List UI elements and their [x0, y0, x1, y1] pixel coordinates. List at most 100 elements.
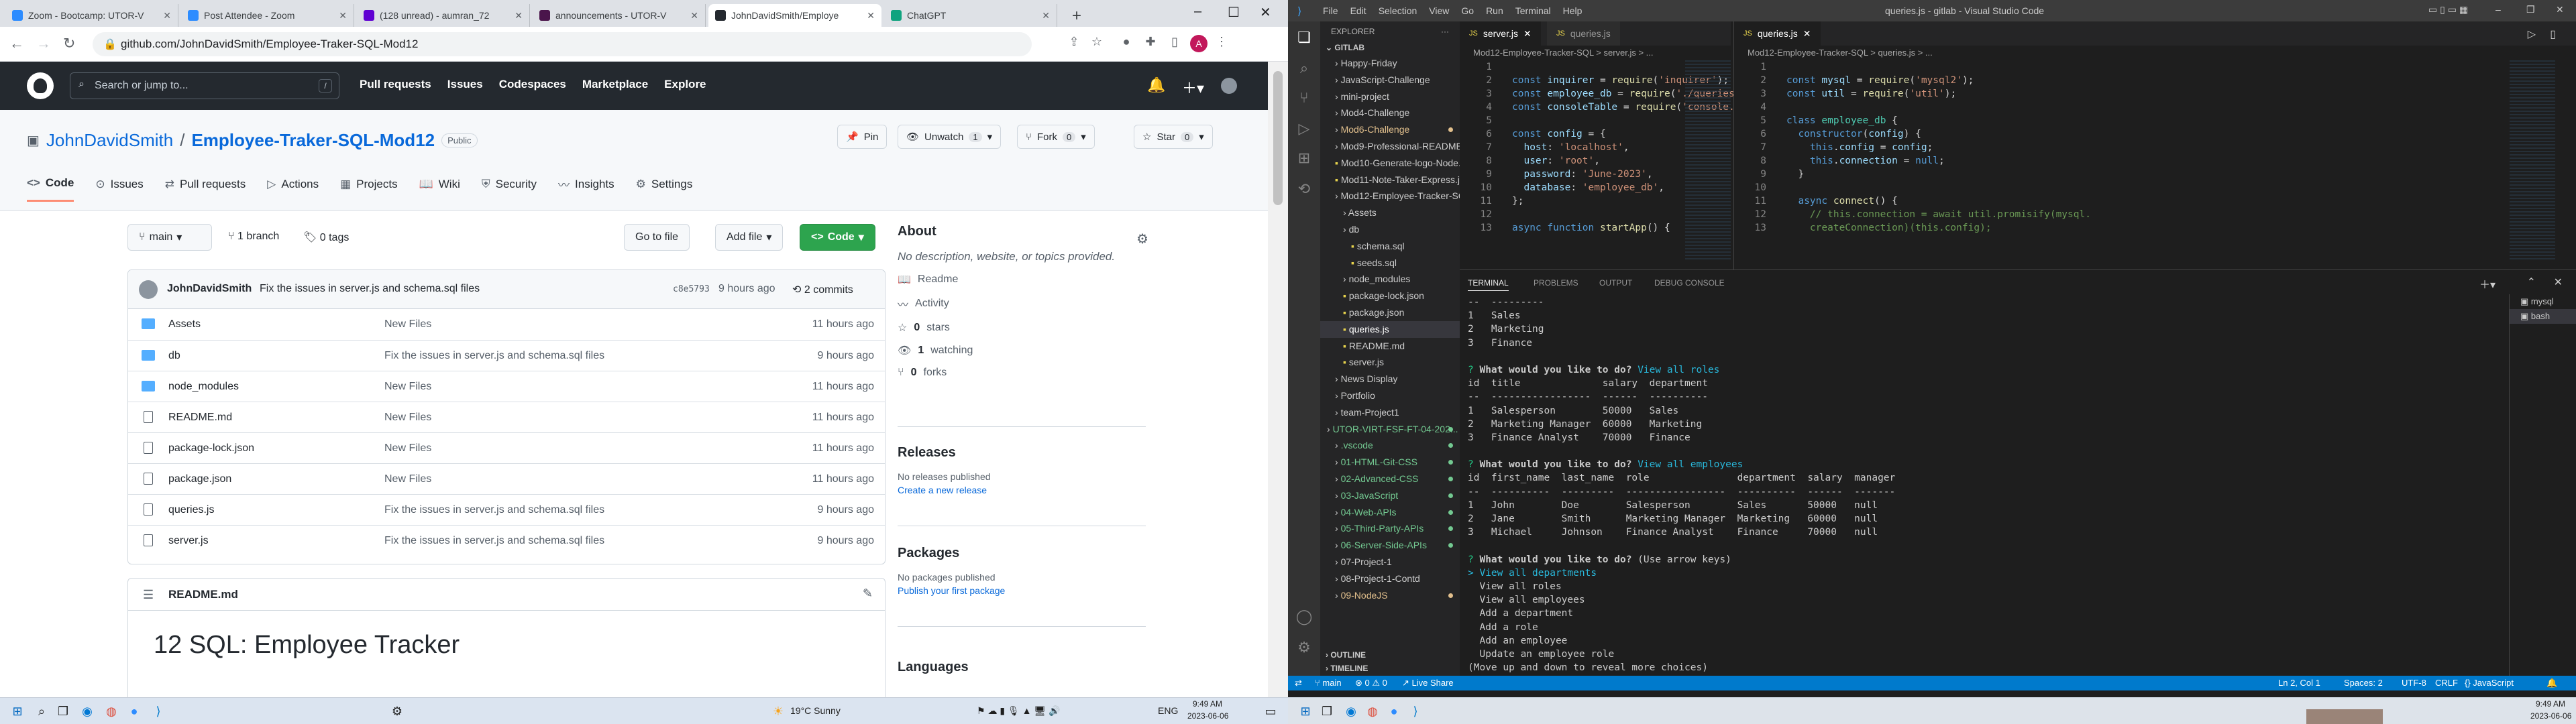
browser-tab[interactable]: JohnDavidSmith/Employe ✕ [708, 4, 881, 27]
tree-item[interactable]: › 09-NodeJS [1320, 587, 1460, 604]
readme-link[interactable]: 📖 Readme [898, 273, 1152, 286]
repo-name-link[interactable]: Employee-Traker-SQL-Mod12 [191, 130, 435, 151]
close-tab-icon[interactable]: ✕ [339, 10, 347, 21]
tab-settings[interactable]: ⚙ Settings [636, 176, 693, 202]
tree-item[interactable]: › Mod12-Employee-Tracker-SQL [1320, 188, 1460, 204]
tab-queries-js[interactable]: JS queries.js [1547, 21, 1620, 46]
tab-wiki[interactable]: 📖 Wiki [419, 176, 460, 202]
file-commit-message[interactable]: New Files [384, 318, 431, 330]
menu-file[interactable]: File [1323, 5, 1338, 16]
workspace-root[interactable]: ⌄ GITLAB [1326, 43, 1364, 52]
commit-sha[interactable]: c8e5793 [673, 284, 710, 294]
problems-indicator[interactable]: ⊗ 0 ⚠ 0 [1355, 678, 1387, 688]
code-button[interactable]: <> Code ▾ [800, 224, 875, 251]
tree-item[interactable]: › 06-Server-Side-APIs [1320, 537, 1460, 554]
cursor-position[interactable]: Ln 2, Col 1 [2278, 678, 2320, 688]
close-icon[interactable]: ✕ [1523, 28, 1532, 40]
file-commit-message[interactable]: New Files [384, 473, 431, 485]
code-line[interactable]: 11 async connect() { [1734, 194, 2091, 208]
code-line[interactable]: 8 this.connection = null; [1734, 154, 2091, 168]
nav-link-codespaces[interactable]: Codespaces [499, 78, 566, 91]
tree-item[interactable]: › Happy-Friday [1320, 55, 1460, 72]
publish-package-link[interactable]: Publish your first package [898, 585, 1005, 596]
file-row[interactable]: db Fix the issues in server.js and schema… [128, 340, 885, 371]
split-editor-icon[interactable]: ▯ [2550, 27, 2556, 41]
unwatch-button[interactable]: 👁 Unwatch 1 ▾ [898, 125, 1002, 149]
tree-item[interactable]: › Mod4-Challenge [1320, 105, 1460, 121]
go-to-file-button[interactable]: Go to file [624, 224, 690, 251]
nav-link-pull-requests[interactable]: Pull requests [360, 78, 431, 91]
tab-server-js[interactable]: JS server.js ✕ [1460, 21, 1541, 46]
vscode-icon[interactable]: ⟩ [149, 702, 168, 721]
panel-tab-terminal[interactable]: TERMINAL [1468, 278, 1509, 291]
tree-item[interactable]: › Mod6-Challenge [1320, 121, 1460, 138]
tree-item[interactable]: › 08-Project-1-Contd [1320, 570, 1460, 587]
create-release-link[interactable]: Create a new release [898, 485, 991, 495]
chrome-icon[interactable]: ◍ [1363, 702, 1382, 721]
watching-link[interactable]: 👁 1 watching [898, 344, 1152, 357]
minimap[interactable] [1685, 60, 1731, 261]
code-line[interactable]: 6 constructor(config) { [1734, 127, 2091, 141]
windows-start-icon[interactable]: ⊞ [8, 702, 27, 721]
address-bar[interactable]: 🔒 github.com/JohnDavidSmith/Employee-Tra… [93, 32, 1032, 56]
github-search-input[interactable]: ⌕ Search or jump to... / [70, 72, 339, 99]
extensions-icon[interactable]: ⊞ [1295, 149, 1313, 168]
tab-code[interactable]: <> Code [27, 176, 74, 202]
branch-indicator[interactable]: ⑂ main [1315, 678, 1342, 688]
tree-item[interactable]: › 03-JavaScript [1320, 487, 1460, 504]
bookmark-star-icon[interactable]: ☆ [1088, 35, 1106, 52]
profile-avatar[interactable]: A [1190, 35, 1208, 52]
panel-tab-debug-console[interactable]: DEBUG CONSOLE [1654, 278, 1725, 288]
close-panel-icon[interactable]: ✕ [2554, 276, 2563, 289]
edge-icon[interactable]: ◉ [1342, 702, 1360, 721]
star-button[interactable]: ☆ Star 0 ▾ [1134, 125, 1213, 149]
language-mode[interactable]: {} JavaScript [2465, 678, 2514, 688]
code-line[interactable]: 13 createConnection)(this.config); [1734, 221, 2091, 235]
tree-item[interactable]: › 04-Web-APIs [1320, 504, 1460, 521]
browser-tab[interactable]: Post Attendee - Zoom ✕ [181, 4, 354, 27]
browser-tab[interactable]: (128 unread) - aumran_72 ✕ [357, 4, 530, 27]
tree-item[interactable]: › .vscode [1320, 437, 1460, 454]
tree-item[interactable]: › team-Project1 [1320, 404, 1460, 421]
releases-heading[interactable]: Releases [898, 445, 991, 461]
browser-tab[interactable]: ChatGPT ✕ [884, 4, 1057, 27]
tree-item[interactable]: ▪ package.json [1320, 304, 1460, 321]
menu-help[interactable]: Help [1563, 5, 1582, 16]
file-row[interactable]: node_modules New Files 11 hours ago [128, 371, 885, 402]
close-tab-icon[interactable]: ✕ [1042, 10, 1050, 21]
branch-select[interactable]: ⑂ main ▾ [127, 224, 212, 251]
repo-owner-link[interactable]: JohnDavidSmith [46, 130, 173, 151]
code-line[interactable]: 4 [1734, 101, 2091, 114]
tree-item[interactable]: ▪ schema.sql [1320, 238, 1460, 255]
close-tab-icon[interactable]: ✕ [867, 10, 875, 21]
pin-button[interactable]: 📌 Pin [837, 125, 888, 149]
menu-kebab-icon[interactable]: ⋮ [1213, 35, 1230, 52]
file-name[interactable]: queries.js [168, 504, 214, 516]
close-tab-icon[interactable]: ✕ [163, 10, 171, 21]
tree-item[interactable]: ▪ queries.js [1320, 320, 1460, 338]
share-icon[interactable]: ⇪ [1065, 35, 1083, 52]
tree-item[interactable]: › UTOR-VIRT-FSF-FT-04-202... [1320, 421, 1460, 438]
outline-section[interactable]: › OUTLINE [1326, 650, 1366, 660]
code-editor-2[interactable]: 1 2 const mysql = require('mysql2'); 3 const… [1734, 60, 2091, 235]
tree-item[interactable]: ▪ seeds.sql [1320, 255, 1460, 272]
close-tab-icon[interactable]: ✕ [690, 10, 698, 21]
edge-icon[interactable]: ◉ [78, 702, 97, 721]
vscode-icon[interactable]: ⟩ [1406, 702, 1425, 721]
tree-item[interactable]: › node_modules [1320, 271, 1460, 288]
file-commit-message[interactable]: Fix the issues in server.js and schema.s… [384, 350, 604, 362]
sidepanel-icon[interactable]: ▯ [1166, 35, 1183, 52]
tab-actions[interactable]: ▷ Actions [267, 176, 319, 202]
file-name[interactable]: package-lock.json [168, 442, 254, 455]
file-name[interactable]: server.js [168, 535, 209, 547]
code-line[interactable]: 1 [1734, 60, 2091, 74]
language-indicator[interactable]: ENG [1158, 705, 1178, 716]
minimap[interactable] [2510, 60, 2555, 261]
settings-icon[interactable]: ⚙ [388, 702, 407, 721]
file-row[interactable]: package-lock.json New Files 11 hours ago [128, 432, 885, 463]
code-line[interactable]: 5 class employee_db { [1734, 114, 2091, 127]
layout-icons[interactable]: ▭ ▯ ▭ ▦ [2428, 4, 2468, 15]
extension-icon[interactable]: ● [1118, 35, 1135, 52]
tree-item[interactable]: › 05-Third-Party-APIs [1320, 520, 1460, 537]
tree-item[interactable]: › 01-HTML-Git-CSS [1320, 454, 1460, 471]
